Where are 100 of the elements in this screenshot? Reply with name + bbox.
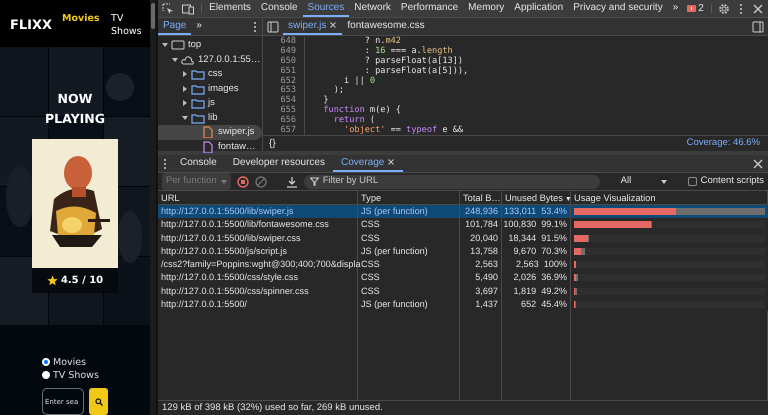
unused-percent-cell: 100% [544,258,567,272]
unused-percent-cell: 91.5% [541,232,567,245]
type-cell: CSS [361,272,380,282]
unused-bytes-cell-text: 2,026 [513,271,536,284]
radio-button[interactable] [42,371,50,379]
file-tab[interactable]: fontawesome.css [342,18,430,35]
total-bytes-cell: 3,697 [475,286,498,296]
unused-bytes-cell: 2,563 [516,258,539,272]
code-line: : parseFloat(a[5])), [364,66,468,76]
issues-button[interactable]: 2 [683,0,708,17]
sidebar-toggle-icon[interactable] [752,20,764,32]
close-icon[interactable] [752,158,764,170]
caret-icon [220,180,227,184]
total-bytes-cell: 1,437 [475,299,498,310]
type-cell: JS (per function) [361,206,428,216]
clear-icon[interactable] [254,176,267,188]
unused-percent-cell: 45.4% [541,298,567,312]
url-cell: http://127.0.0.1:5500/lib/swiper.css [161,232,301,243]
folder-icon [191,112,205,124]
tab[interactable]: Performance [396,0,464,17]
type-cell: CSS [361,232,380,243]
tree-item[interactable]: fontaw… [158,140,262,154]
unused-percent-cell-text: 99.1% [541,218,567,232]
total-bytes-cell: 2,563 [475,259,498,270]
nav-link[interactable]: TV Shows [111,12,150,38]
unused-bytes-cell-text: 9,670 [513,244,536,258]
code-line: return ( [332,116,376,126]
file-tab[interactable]: swiper.js [283,18,342,35]
kebab-menu-icon[interactable] [162,158,168,170]
kebab-menu-icon[interactable] [738,2,744,14]
more-tabs-button[interactable]: » [668,0,684,17]
tab[interactable]: Network [349,0,396,17]
tab[interactable]: Application [509,0,568,17]
logo[interactable]: FLIXX [10,16,52,36]
scrollbar[interactable] [150,0,158,415]
caret-icon [660,180,667,184]
tree-item[interactable]: css [158,67,262,82]
settings-icon[interactable] [718,2,730,14]
type-cell: CSS [361,259,380,270]
radio-label[interactable]: TV Shows [53,370,99,381]
tree-item[interactable]: swiper.js [158,125,262,140]
format-button[interactable]: {} [269,136,276,151]
search-button[interactable] [89,388,108,415]
nav-link[interactable]: Movies [62,12,102,25]
code-line: i || 0 [343,76,376,86]
line-number: 654 [263,96,305,106]
type-dropdown[interactable]: All [618,174,669,189]
tab[interactable]: Developer resources [224,155,333,172]
close-icon[interactable] [387,158,396,166]
total-bytes-cell: 5,490 [475,272,498,282]
tree-item[interactable]: 127.0.0.1:55… [158,52,262,67]
type-cell: CSS [361,219,380,230]
tab[interactable]: Console [256,0,303,17]
folder-icon [191,68,205,80]
checkbox[interactable] [688,177,697,186]
url-cell: /css2?family=Poppins:wght@300;400;700&displa [161,259,361,270]
line-number: 653 [263,86,305,96]
window-icon [171,39,185,52]
checkbox-label[interactable]: Content scripts [700,174,764,189]
tab[interactable]: Elements [204,0,256,17]
line-number: 651 [263,66,305,77]
file-icon [201,126,215,138]
sidebar-toggle-icon[interactable] [267,20,279,32]
code-line: 'object' == typeof e && [343,126,464,135]
tree-item[interactable]: images [158,82,262,96]
unused-bytes-cell-text: 100,830 [503,218,536,232]
tree-item[interactable]: top [158,38,262,52]
type-cell: JS (per function) [361,246,428,256]
code-line: : 16 === a.length [364,46,453,56]
stop-recording-icon[interactable] [236,176,249,188]
more-tabs-button[interactable]: » [191,18,207,35]
message-icon [687,4,696,12]
url-cell: http://127.0.0.1:5500/css/style.css [161,272,298,282]
inspect-icon[interactable] [162,2,174,14]
status-bar: 129 kB of 398 kB (32%) used so far, 269 kB unused. [158,400,768,415]
code-line: } [322,96,329,106]
radio-label[interactable]: Movies [53,357,86,368]
tree-item[interactable]: lib [158,110,262,125]
close-icon[interactable] [752,2,764,14]
tab[interactable]: Page [158,18,192,35]
device-icon[interactable] [182,2,194,14]
tree-item[interactable]: js [158,96,262,110]
total-bytes-cell: 101,784 [465,219,498,230]
total-bytes-cell: 248,936 [465,206,498,216]
tab[interactable]: Memory [463,0,510,17]
url-cell: http://127.0.0.1:5500/js/script.js [161,246,287,256]
download-icon[interactable] [286,176,298,188]
tab[interactable]: Console [172,155,225,172]
tab[interactable]: Privacy and security [568,0,668,17]
close-icon[interactable] [329,21,338,30]
unused-bytes-cell-text: 133,011 [504,205,536,218]
file-icon [201,140,215,153]
url-cell: http://127.0.0.1:5500/lib/fontawesome.css [161,219,329,230]
total-bytes-cell: 20,040 [470,232,498,243]
kebab-menu-icon[interactable] [252,20,258,32]
url-cell: http://127.0.0.1:5500/ [161,299,247,310]
cloud-icon [181,54,195,66]
search-icon [94,398,102,406]
radio-button[interactable] [42,358,50,366]
coverage-status: Coverage: 46.6% [686,136,760,150]
